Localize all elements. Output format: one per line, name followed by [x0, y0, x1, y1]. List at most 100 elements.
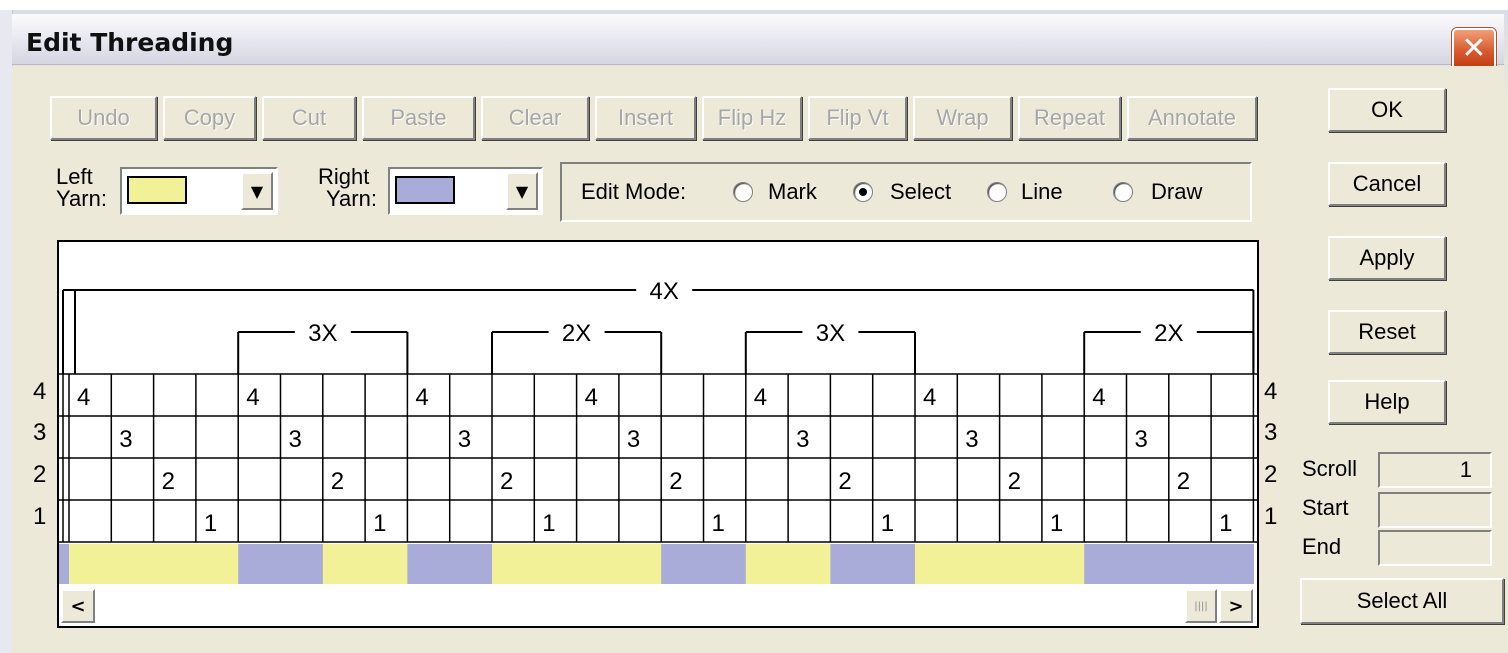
threading-cell-value: 2 [1008, 468, 1021, 495]
toolbar-button-flip-hz[interactable]: Flip Hz [702, 96, 802, 140]
threading-grid[interactable]: 4 3 2 1 4 3 2 1 4 3 2 1 4 3 2 1 4 3 2 1 4 3 2 1 4 3 2 1 4X 3X 2X 3X 2X [57, 240, 1259, 628]
threading-cell-value: 2 [162, 468, 175, 495]
scroll-right-button[interactable]: > [1219, 589, 1253, 623]
yarn-color-cell [618, 544, 662, 584]
ok-button[interactable]: OK [1328, 88, 1446, 132]
cancel-button[interactable]: Cancel [1328, 162, 1446, 206]
threading-cell-value: 2 [838, 468, 851, 495]
threading-cell-value: 4 [923, 384, 936, 411]
right-yarn-label-line2: Yarn: [326, 186, 377, 211]
left-yarn-swatch [127, 176, 187, 204]
radio-select[interactable] [853, 182, 873, 202]
threading-grid-canvas: 4 3 2 1 4 3 2 1 4 3 2 1 4 3 2 1 4 3 2 1 4 3 2 1 4 3 2 1 4X 3X 2X 3X 2X [59, 278, 1257, 584]
scroll-left-button[interactable]: < [61, 589, 95, 623]
repeat-label: 2X [1154, 320, 1183, 347]
yarn-color-cell [322, 544, 366, 584]
left-yarn-label-line1: Left [56, 164, 93, 189]
yarn-color-cell [915, 544, 958, 584]
shaft-label-left-1: 1 [33, 503, 47, 530]
end-field [1378, 530, 1492, 566]
yarn-color-cell [999, 544, 1043, 584]
yarn-color-cell [1041, 544, 1085, 584]
yarn-color-cell [872, 544, 916, 584]
repeat-label: 2X [562, 320, 591, 347]
chevron-left-icon: < [70, 595, 86, 617]
scroll-field: 1 [1378, 452, 1492, 488]
toolbar-button-insert[interactable]: Insert [595, 96, 696, 140]
yarn-color-cell [576, 544, 620, 584]
start-label: Start [1302, 495, 1349, 520]
reset-button[interactable]: Reset [1328, 310, 1446, 354]
scroll-label: Scroll [1302, 456, 1358, 481]
threading-cell-value: 3 [289, 426, 302, 453]
shaft-label-right-3: 3 [1264, 419, 1278, 446]
toolbar-button-wrap[interactable]: Wrap [913, 96, 1012, 140]
close-button[interactable]: ✕ [1452, 28, 1496, 70]
shaft-label-left-4: 4 [33, 378, 47, 405]
threading-cell-value: 3 [458, 426, 471, 453]
threading-cell-value: 3 [627, 426, 640, 453]
threading-cell-value: 4 [415, 384, 428, 411]
yarn-color-cell [1168, 544, 1212, 584]
start-field [1378, 492, 1492, 528]
threading-cell-value: 3 [796, 426, 809, 453]
yarn-color-cell [69, 544, 112, 584]
radio-mark[interactable] [733, 182, 753, 202]
shaft-label-right-1: 1 [1264, 503, 1278, 530]
toolbar-button-clear[interactable]: Clear [481, 96, 589, 140]
threading-cell-value: 3 [1135, 426, 1148, 453]
toolbar-button-repeat[interactable]: Repeat [1018, 96, 1121, 140]
horizontal-scrollbar[interactable]: < |||| > [59, 586, 1257, 626]
yarn-color-cell [449, 544, 493, 584]
threading-cell-value: 4 [1092, 384, 1105, 411]
right-yarn-label-line1: Right [318, 164, 370, 189]
threading-cell-value: 3 [965, 426, 978, 453]
threading-cell-value: 1 [373, 510, 386, 537]
shaft-label-left-3: 3 [33, 419, 47, 446]
threading-cell-value: 2 [669, 468, 682, 495]
threading-cell-value: 1 [1219, 510, 1232, 537]
radio-label-mark: Mark [768, 179, 817, 204]
right-yarn-select[interactable]: ▼ [388, 167, 543, 215]
yarn-color-cell [957, 544, 1001, 584]
yarn-color-cell [365, 544, 408, 584]
chevron-down-icon[interactable]: ▼ [506, 172, 538, 210]
toolbar-button-annotate[interactable]: Annotate [1127, 96, 1257, 140]
title-bar[interactable] [12, 14, 1504, 65]
radio-label-line: Line [1021, 179, 1063, 204]
select-all-button[interactable]: Select All [1300, 578, 1504, 624]
threading-cell-value: 2 [331, 468, 344, 495]
toolbar-button-paste[interactable]: Paste [362, 96, 475, 140]
radio-label-draw: Draw [1151, 179, 1203, 204]
yarn-color-cell [195, 544, 239, 584]
threading-cell-value: 2 [500, 468, 513, 495]
yarn-color-cell [1126, 544, 1170, 584]
chevron-right-icon: > [1228, 595, 1244, 617]
yarn-color-cell [153, 544, 197, 584]
toolbar-button-undo[interactable]: Undo [50, 96, 157, 140]
scroll-thumb[interactable]: |||| [1185, 589, 1217, 623]
yarn-color-cell [280, 544, 324, 584]
apply-button[interactable]: Apply [1328, 236, 1446, 280]
yarn-color-cell [745, 544, 789, 584]
left-yarn-select[interactable]: ▼ [120, 167, 278, 215]
threading-cell-value: 1 [712, 510, 725, 537]
yarn-color-cell [1211, 544, 1254, 584]
yarn-color-cell [407, 544, 451, 584]
toolbar-button-flip-vt[interactable]: Flip Vt [808, 96, 907, 140]
radio-draw[interactable] [1113, 182, 1133, 202]
toolbar-button-copy[interactable]: Copy [163, 96, 256, 140]
shaft-label-right-2: 2 [1264, 461, 1278, 488]
left-yarn-label-line2: Yarn: [56, 186, 107, 211]
threading-cell-value: 2 [1177, 468, 1190, 495]
help-button[interactable]: Help [1328, 380, 1446, 424]
repeat-label: 4X [650, 278, 679, 305]
threading-cell-value: 1 [542, 510, 555, 537]
toolbar-button-cut[interactable]: Cut [262, 96, 356, 140]
repeat-label: 3X [816, 320, 845, 347]
radio-line[interactable] [987, 182, 1007, 202]
chevron-down-icon[interactable]: ▼ [241, 172, 273, 210]
end-label: End [1302, 534, 1342, 559]
yarn-color-cell [788, 544, 831, 584]
edit-mode-label: Edit Mode: [581, 179, 687, 204]
